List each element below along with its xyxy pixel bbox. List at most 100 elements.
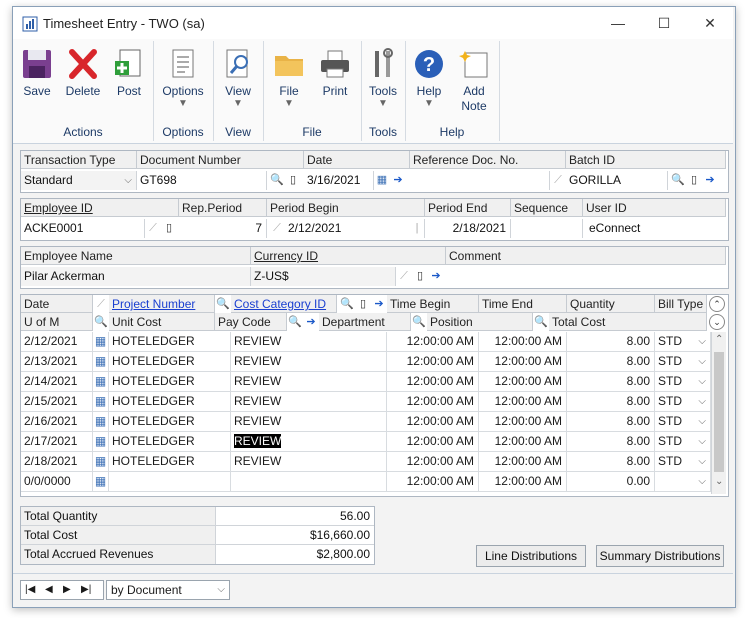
new-employee-icon[interactable]: ▯ [161, 220, 177, 236]
employee-id-link[interactable]: Employee ID [24, 201, 93, 215]
next-record-icon[interactable]: ▶ [63, 581, 71, 599]
cell-category[interactable]: REVIEW [231, 412, 387, 431]
cell-bill[interactable]: STD ⌵ [655, 412, 711, 431]
cell-qty[interactable]: 8.00 [567, 372, 655, 391]
cell-end[interactable]: 12:00:00 AM [479, 412, 567, 431]
chevron-down-icon[interactable]: ⌵ [698, 372, 706, 391]
table-row[interactable]: 2/13/2021 ▦ HOTELEDGER REVIEW 12:00:00 AM 12:… [21, 352, 711, 372]
cell-project[interactable]: HOTELEDGER [109, 372, 231, 391]
cell-end[interactable]: 12:00:00 AM [479, 432, 567, 451]
chevron-down-icon[interactable]: ⌵ [698, 392, 706, 411]
save-button[interactable]: Save [17, 47, 57, 98]
cell-begin[interactable]: 12:00:00 AM [387, 432, 479, 451]
cell-qty[interactable]: 8.00 [567, 352, 655, 371]
cell-end[interactable]: 12:00:00 AM [479, 332, 567, 351]
cell-date[interactable]: 2/12/2021 [21, 332, 93, 351]
cell-project[interactable]: HOTELEDGER [109, 452, 231, 471]
previous-record-icon[interactable]: ◀ [45, 581, 53, 599]
maximize-button[interactable]: ☐ [641, 11, 687, 35]
cell-qty[interactable]: 8.00 [567, 432, 655, 451]
cell-qty[interactable]: 8.00 [567, 332, 655, 351]
chevron-down-icon[interactable]: ⌵ [698, 332, 706, 351]
currency-id-link[interactable]: Currency ID [254, 249, 318, 263]
table-row[interactable]: 2/14/2021 ▦ HOTELEDGER REVIEW 12:00:00 AM 12:… [21, 372, 711, 392]
chevron-down-icon[interactable]: ⌵ [698, 432, 706, 451]
cell-begin[interactable]: 12:00:00 AM [387, 332, 479, 351]
scroll-up-icon[interactable]: ⌃ [715, 334, 723, 345]
print-button[interactable]: Print [313, 47, 357, 98]
note-icon[interactable]: ⟋ [93, 296, 109, 312]
calendar-icon[interactable]: ▦ [93, 372, 109, 391]
col-cost-category-header[interactable]: Cost Category ID [231, 295, 337, 313]
cell-qty[interactable]: 8.00 [567, 392, 655, 411]
currency-id-label[interactable]: Currency ID [251, 247, 446, 265]
cell-date[interactable]: 2/18/2021 [21, 452, 93, 471]
cell-bill[interactable]: STD ⌵ [655, 372, 711, 391]
options-button[interactable]: Options ▼ [157, 47, 209, 109]
note-icon[interactable]: ⟋ [145, 220, 161, 236]
table-row[interactable]: 0/0/0000 ▦ 12:00:00 AM 12:00:00 AM 0.00 ⌵ [21, 472, 711, 492]
cell-project[interactable]: HOTELEDGER [109, 392, 231, 411]
calendar-icon[interactable]: ▦ [93, 452, 109, 471]
col-project-header[interactable]: Project Number [109, 295, 215, 313]
cell-date[interactable]: 2/13/2021 [21, 352, 93, 371]
cost-category-link[interactable]: Cost Category ID [234, 297, 326, 311]
last-record-icon[interactable]: ▶| [81, 581, 91, 599]
cell-date[interactable]: 2/15/2021 [21, 392, 93, 411]
cell-project[interactable] [109, 472, 231, 491]
cell-begin[interactable]: 12:00:00 AM [387, 352, 479, 371]
cell-qty[interactable]: 0.00 [567, 472, 655, 491]
lookup-icon[interactable]: 🔍 [215, 296, 231, 312]
cell-begin[interactable]: 12:00:00 AM [387, 392, 479, 411]
cell-date[interactable]: 0/0/0000 [21, 472, 93, 491]
reference-doc-field[interactable] [410, 171, 550, 190]
cell-category[interactable]: REVIEW [231, 392, 387, 411]
cell-project[interactable]: HOTELEDGER [109, 352, 231, 371]
view-button[interactable]: View ▼ [216, 47, 260, 109]
table-row[interactable]: 2/15/2021 ▦ HOTELEDGER REVIEW 12:00:00 AM 12:… [21, 392, 711, 412]
batch-id-field[interactable]: GORILLA [566, 171, 668, 190]
employee-id-label[interactable]: Employee ID [21, 199, 179, 217]
collapse-rows-button[interactable]: ⌃ [709, 296, 725, 312]
employee-id-field[interactable]: ACKE0001 [21, 219, 145, 238]
table-row[interactable]: 2/16/2021 ▦ HOTELEDGER REVIEW 12:00:00 AM 12:… [21, 412, 711, 432]
cell-begin[interactable]: 12:00:00 AM [387, 472, 479, 491]
cell-bill[interactable]: STD ⌵ [655, 432, 711, 451]
note-icon[interactable]: ⟋ [396, 268, 412, 284]
lookup-icon[interactable]: 🔍 [339, 296, 355, 312]
chevron-down-icon[interactable]: ⌵ [698, 452, 706, 471]
table-row[interactable]: 2/12/2021 ▦ HOTELEDGER REVIEW 12:00:00 AM 12:… [21, 332, 711, 352]
cell-end[interactable]: 12:00:00 AM [479, 352, 567, 371]
close-button[interactable]: ✕ [687, 11, 733, 35]
document-number-field[interactable]: GT698 [137, 171, 267, 190]
currency-new-icon[interactable]: ▯ [412, 268, 428, 284]
cell-project[interactable]: HOTELEDGER [109, 412, 231, 431]
cell-category[interactable]: REVIEW [231, 372, 387, 391]
calendar-icon[interactable]: ▦ [374, 172, 390, 188]
table-row[interactable]: 2/18/2021 ▦ HOTELEDGER REVIEW 12:00:00 AM 12:… [21, 452, 711, 472]
cell-category[interactable]: REVIEW [231, 332, 387, 351]
cell-category[interactable] [231, 472, 387, 491]
scroll-down-icon[interactable]: ⌄ [715, 476, 723, 487]
cell-date[interactable]: 2/16/2021 [21, 412, 93, 431]
cell-end[interactable]: 12:00:00 AM [479, 372, 567, 391]
cell-bill[interactable]: STD ⌵ [655, 392, 711, 411]
cell-project[interactable]: HOTELEDGER [109, 332, 231, 351]
expand-arrow-icon[interactable]: ➔ [428, 268, 444, 284]
new-batch-icon[interactable]: ▯ [686, 172, 702, 188]
expand-arrow-icon[interactable]: ➔ [371, 296, 387, 312]
expand-arrow-icon[interactable]: ➔ [390, 172, 406, 188]
cell-date[interactable]: 2/17/2021 [21, 432, 93, 451]
cell-end[interactable]: 12:00:00 AM [479, 452, 567, 471]
help-button[interactable]: ? Help ▼ [409, 47, 449, 109]
note-icon[interactable]: ⟋ [550, 172, 566, 188]
lookup-icon[interactable]: 🔍 [670, 172, 686, 188]
cell-bill[interactable]: ⌵ [655, 472, 711, 491]
comment-field[interactable] [446, 267, 726, 286]
project-number-link[interactable]: Project Number [112, 297, 195, 311]
lookup-icon[interactable]: 🔍 [93, 314, 109, 330]
post-button[interactable]: Post [109, 47, 149, 98]
cell-category[interactable]: REVIEW [231, 352, 387, 371]
calendar-icon[interactable]: ▦ [93, 332, 109, 351]
sort-by-select[interactable]: by Document ⌵ [106, 580, 230, 600]
